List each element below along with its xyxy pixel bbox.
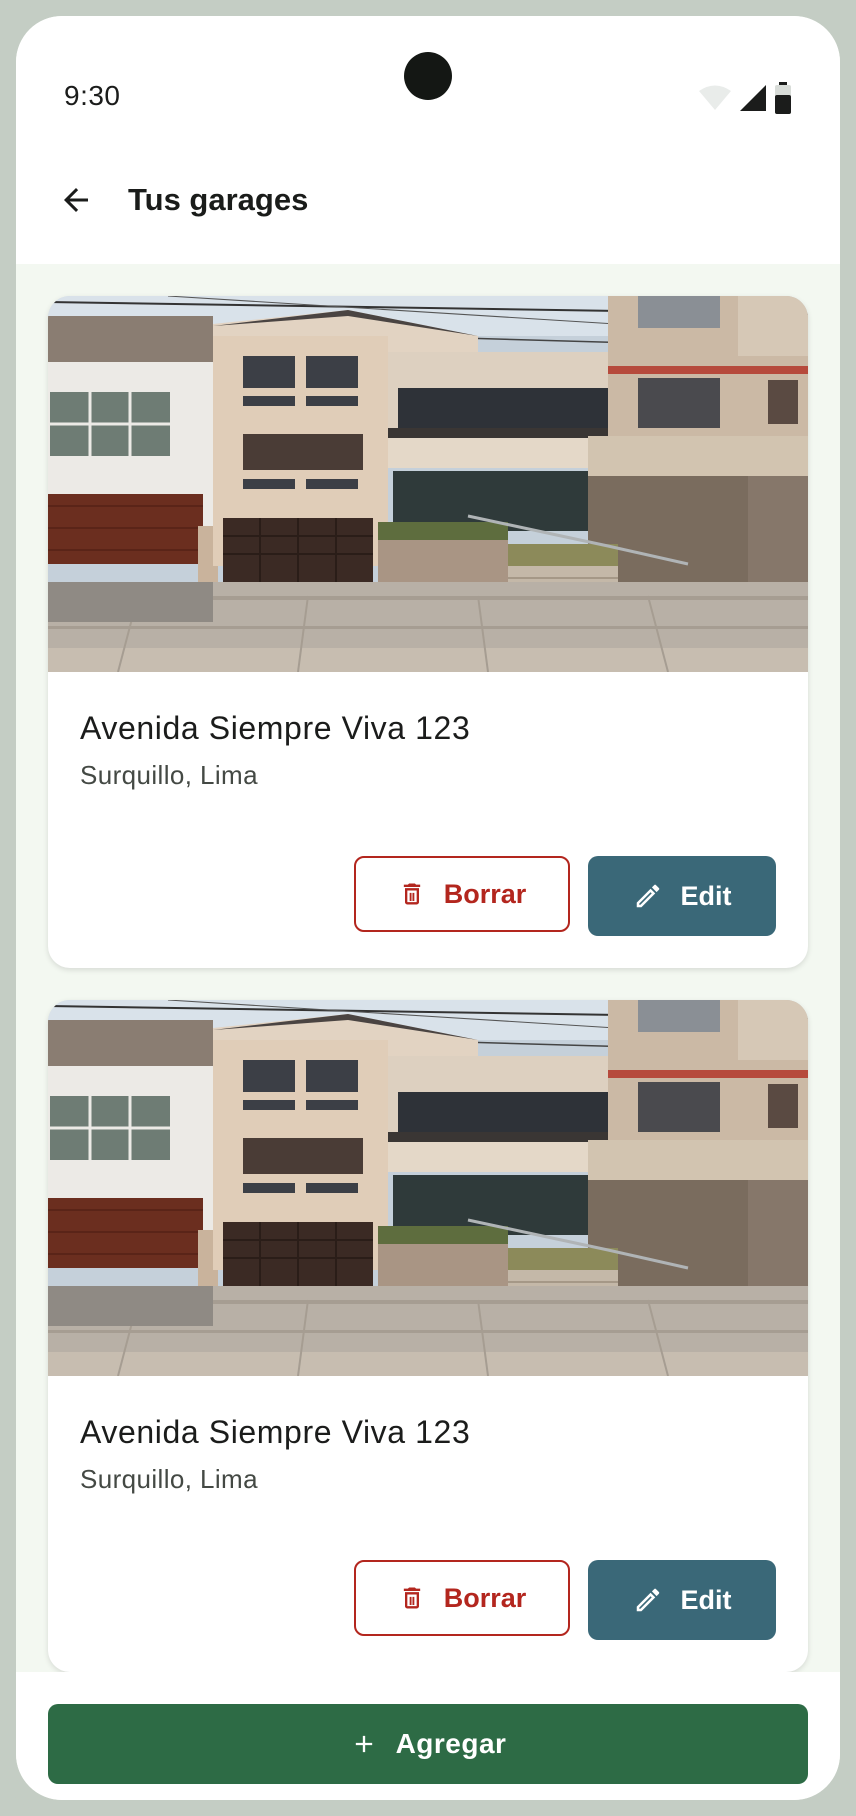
trash-icon — [403, 1587, 420, 1609]
status-time: 9:30 — [64, 80, 121, 111]
back-button[interactable] — [46, 170, 106, 230]
bottom-action-bar: Agregar — [16, 1672, 840, 1800]
garage-district: Surquillo, Lima — [80, 1464, 258, 1494]
edit-button-label: Edit — [680, 1584, 732, 1615]
garage-address: Avenida Siempre Viva 123 — [80, 1414, 471, 1450]
garage-card: Avenida Siempre Viva 123 Surquillo, Lima… — [48, 1000, 808, 1672]
garage-district: Surquillo, Lima — [80, 760, 258, 790]
delete-button-label: Borrar — [443, 878, 527, 909]
garage-card: Avenida Siempre Viva 123 Surquillo, Lima… — [48, 296, 808, 968]
device-frame: 9:30 Tus garages Avenida Siempre Viva 12… — [0, 0, 856, 1816]
cellular-signal-icon — [740, 85, 766, 111]
edit-button-label: Edit — [680, 880, 732, 911]
garage-photo — [48, 1000, 808, 1376]
wifi-icon — [699, 85, 731, 110]
edit-button[interactable]: Edit — [588, 1560, 776, 1640]
app-screen: 9:30 Tus garages Avenida Siempre Viva 12… — [16, 16, 840, 1800]
garage-photo — [48, 296, 808, 672]
add-garage-button-label: Agregar — [395, 1728, 507, 1759]
top-app-bar: Tus garages — [16, 136, 840, 264]
garage-list[interactable]: Avenida Siempre Viva 123 Surquillo, Lima… — [16, 264, 840, 1672]
battery-icon — [775, 82, 791, 114]
pencil-icon — [636, 1588, 659, 1612]
delete-button[interactable]: Borrar — [354, 856, 570, 932]
status-icons — [698, 82, 792, 114]
status-bar: 9:30 — [16, 16, 840, 136]
delete-button-label: Borrar — [443, 1582, 527, 1613]
edit-button[interactable]: Edit — [588, 856, 776, 936]
page-title: Tus garages — [128, 182, 309, 217]
pencil-icon — [636, 884, 659, 908]
garage-address: Avenida Siempre Viva 123 — [80, 710, 471, 746]
trash-icon — [403, 883, 420, 905]
delete-button[interactable]: Borrar — [354, 1560, 570, 1636]
arrow-left-icon — [64, 188, 88, 212]
camera-cutout — [404, 52, 452, 100]
add-garage-button[interactable]: Agregar — [48, 1704, 808, 1784]
plus-icon — [355, 1735, 372, 1753]
